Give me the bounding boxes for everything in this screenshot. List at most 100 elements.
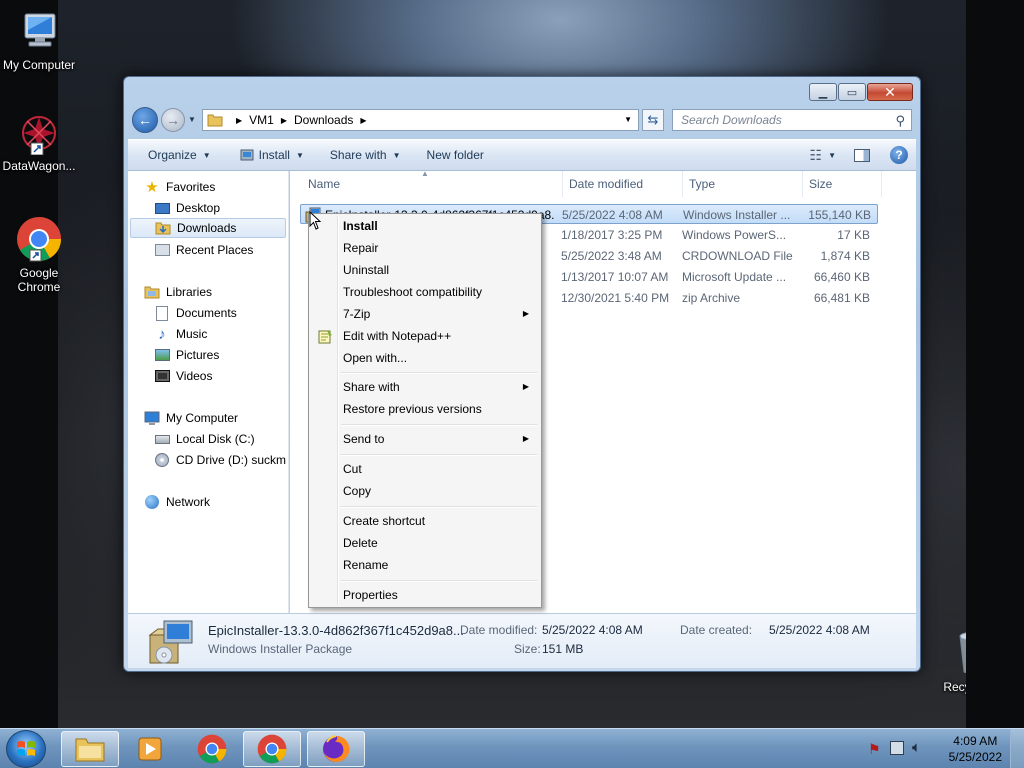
menu-item-properties[interactable]: Properties xyxy=(311,584,539,606)
nav-documents[interactable]: Documents xyxy=(154,303,243,323)
breadcrumb-downloads[interactable]: Downloads xyxy=(294,113,353,127)
chevron-down-icon[interactable]: ▼ xyxy=(828,151,836,160)
preview-pane-icon[interactable] xyxy=(854,148,870,162)
search-icon[interactable]: ⚲ xyxy=(895,113,905,129)
menu-separator xyxy=(341,372,537,374)
nav-network[interactable]: Network xyxy=(144,492,216,512)
close-button[interactable]: ✕ xyxy=(867,83,913,101)
chrome-icon xyxy=(17,217,61,262)
menu-item-repair[interactable]: Repair xyxy=(311,237,539,259)
nav-downloads[interactable]: Downloads xyxy=(130,218,286,238)
breadcrumb-separator[interactable]: ▶ xyxy=(360,116,366,125)
menu-item-install[interactable]: Install xyxy=(311,215,539,237)
context-menu: Install Repair Uninstall Troubleshoot co… xyxy=(308,213,542,608)
nav-my-computer[interactable]: My Computer xyxy=(144,408,244,428)
forward-button[interactable]: → xyxy=(161,108,185,132)
menu-item-restore-versions[interactable]: Restore previous versions xyxy=(311,398,539,420)
desktop-icon-recycle-bin[interactable]: Recycle Bin xyxy=(936,628,1014,694)
file-date: 12/30/2021 5:40 PM xyxy=(561,291,670,305)
address-dropdown-icon[interactable]: ▼ xyxy=(624,115,632,124)
show-desktop-button[interactable] xyxy=(1010,729,1024,768)
install-button[interactable]: Install ▼ xyxy=(221,140,314,170)
menu-label: Restore previous versions xyxy=(343,402,482,416)
action-center-flag-icon[interactable]: ⚑ xyxy=(868,741,881,758)
taskbar-media-player[interactable] xyxy=(121,731,179,767)
menu-item-cut[interactable]: Cut xyxy=(311,458,539,480)
help-icon[interactable]: ? xyxy=(890,146,908,164)
breadcrumb-separator[interactable]: ▶ xyxy=(236,116,242,125)
clock[interactable]: 4:09 AM 5/25/2022 xyxy=(949,733,1002,765)
menu-item-open-with[interactable]: Open with... xyxy=(311,347,539,369)
refresh-button[interactable]: ⇆ xyxy=(642,109,664,131)
taskbar-firefox[interactable] xyxy=(307,731,365,767)
menu-item-send-to[interactable]: Send to ▶ xyxy=(311,428,539,450)
desktop-icon-my-computer[interactable]: My Computer xyxy=(0,10,78,72)
nav-label: Local Disk (C:) xyxy=(176,432,255,446)
breadcrumb-vm1[interactable]: VM1 xyxy=(249,113,274,127)
menu-item-copy[interactable]: Copy xyxy=(311,480,539,502)
share-with-menu[interactable]: Share with ▼ xyxy=(314,140,411,170)
desktop-icon xyxy=(154,200,170,216)
address-bar[interactable]: ▶ VM1 ▶ Downloads ▶ ▼ xyxy=(202,109,639,131)
folder-icon xyxy=(75,738,105,762)
taskbar-chrome-1[interactable] xyxy=(183,731,241,767)
nav-pictures[interactable]: Pictures xyxy=(154,345,225,365)
back-button[interactable]: ← xyxy=(132,107,158,133)
desktop-icon-datawagon[interactable]: DataWagon... xyxy=(0,113,78,173)
menu-item-uninstall[interactable]: Uninstall xyxy=(311,259,539,281)
nav-recent-places[interactable]: Recent Places xyxy=(154,240,259,260)
nav-music[interactable]: ♪ Music xyxy=(154,324,213,344)
new-folder-button[interactable]: New folder xyxy=(411,140,494,170)
recent-pages-dropdown[interactable]: ▼ xyxy=(188,115,196,124)
chrome-icon xyxy=(197,734,227,764)
submenu-arrow-icon: ▶ xyxy=(522,434,529,443)
menu-item-7zip[interactable]: 7-Zip ▶ xyxy=(311,303,539,325)
menu-item-create-shortcut[interactable]: Create shortcut xyxy=(311,510,539,532)
maximize-button[interactable]: ▭ xyxy=(838,83,866,101)
taskbar-explorer[interactable] xyxy=(61,731,119,767)
desktop-icon-google-chrome[interactable]: Google Chrome xyxy=(0,216,78,294)
downloads-folder-icon xyxy=(155,220,171,236)
nav-local-disk[interactable]: Local Disk (C:) xyxy=(154,429,261,449)
music-note-icon: ♪ xyxy=(158,325,166,343)
view-options-icon[interactable]: ☷ xyxy=(810,147,823,164)
menu-label: Uninstall xyxy=(343,263,390,277)
nav-videos[interactable]: Videos xyxy=(154,366,218,386)
menu-label: Create shortcut xyxy=(343,514,426,528)
nav-cd-drive[interactable]: CD Drive (D:) suckm xyxy=(154,450,288,470)
new-folder-label: New folder xyxy=(426,148,484,162)
taskbar-chrome-2[interactable] xyxy=(243,731,301,767)
column-header-date[interactable]: Date modified xyxy=(563,171,683,197)
file-date: 5/25/2022 3:48 AM xyxy=(561,249,662,263)
menu-item-delete[interactable]: Delete xyxy=(311,532,539,554)
search-input[interactable]: Search Downloads ⚲ xyxy=(672,109,912,131)
menu-item-rename[interactable]: Rename xyxy=(311,554,539,576)
start-button[interactable] xyxy=(6,730,46,768)
file-type: Windows PowerS... xyxy=(682,228,787,242)
nav-desktop[interactable]: Desktop xyxy=(154,198,226,218)
minimize-button[interactable]: ▁ xyxy=(809,83,837,101)
breadcrumb-separator[interactable]: ▶ xyxy=(281,116,287,125)
menu-label: Properties xyxy=(343,588,398,602)
nav-favorites[interactable]: ★ Favorites xyxy=(144,177,221,197)
menu-item-share-with[interactable]: Share with ▶ xyxy=(311,376,539,398)
nav-label: Desktop xyxy=(176,201,221,215)
menu-item-troubleshoot[interactable]: Troubleshoot compatibility xyxy=(311,281,539,303)
organize-menu[interactable]: Organize ▼ xyxy=(128,140,221,170)
network-tray-icon[interactable] xyxy=(890,741,904,755)
refresh-icon: ⇆ xyxy=(647,112,659,127)
navigation-pane: ★ Favorites Desktop Downloads Recent Pla… xyxy=(128,171,289,613)
desktop-icon-label: My Computer xyxy=(2,58,76,72)
volume-icon[interactable]: 🔈︎ xyxy=(912,739,921,756)
menu-item-edit-notepad[interactable]: Edit with Notepad++ xyxy=(311,325,539,347)
window-caption-buttons: ▁ ▭ ✕ xyxy=(808,83,913,101)
file-type: zip Archive xyxy=(682,291,741,305)
column-header-size[interactable]: Size xyxy=(803,171,882,197)
mouse-cursor-icon xyxy=(309,211,322,230)
file-size: 155,140 KB xyxy=(808,208,871,222)
nav-label: My Computer xyxy=(166,411,239,425)
column-header-name[interactable]: Name xyxy=(302,171,563,197)
nav-libraries[interactable]: Libraries xyxy=(144,282,218,302)
column-header-type[interactable]: Type xyxy=(683,171,803,197)
notepad-plus-plus-icon xyxy=(318,330,332,344)
